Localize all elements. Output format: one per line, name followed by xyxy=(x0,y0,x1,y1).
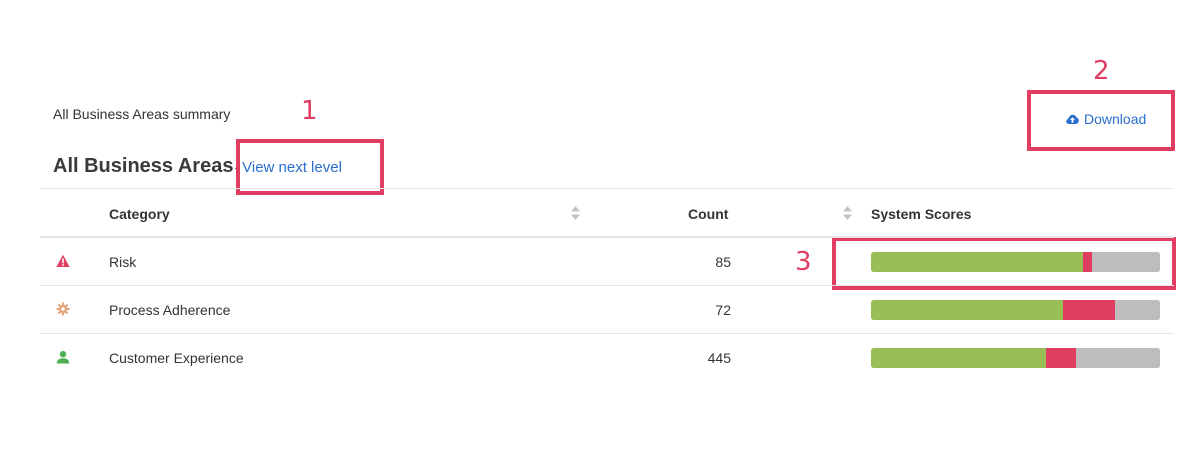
score-segment-neutral xyxy=(1092,252,1160,272)
score-segment-good xyxy=(871,252,1084,272)
sort-icon[interactable] xyxy=(571,206,580,220)
table-header: Category Count System Scores xyxy=(40,188,1174,238)
column-header-category[interactable]: Category xyxy=(109,206,170,222)
score-segment-bad xyxy=(1045,348,1077,368)
callout-number-2: 2 xyxy=(1093,56,1110,86)
column-header-system-scores[interactable]: System Scores xyxy=(871,206,971,222)
score-segment-bad xyxy=(1063,300,1116,320)
count-cell: 72 xyxy=(715,302,731,318)
warning-triangle-icon xyxy=(56,254,72,270)
score-segment-good xyxy=(871,348,1046,368)
gear-icon xyxy=(56,302,72,318)
score-segment-bad xyxy=(1083,252,1093,272)
category-cell: Risk xyxy=(109,254,137,270)
system-score-bar[interactable] xyxy=(871,252,1160,272)
page-title: All Business Areas xyxy=(53,155,234,177)
system-score-bar[interactable] xyxy=(871,348,1160,368)
callout-box-1 xyxy=(236,139,384,195)
summary-label: All Business Areas summary xyxy=(53,106,231,122)
category-cell: Process Adherence xyxy=(109,302,231,318)
callout-number-1: 1 xyxy=(301,96,318,126)
table-row[interactable]: Process Adherence 72 xyxy=(40,286,1174,334)
table-row[interactable]: Risk 85 xyxy=(40,238,1174,286)
column-header-count[interactable]: Count xyxy=(688,206,728,222)
score-segment-neutral xyxy=(1076,348,1160,368)
table-row[interactable]: Customer Experience 445 xyxy=(40,334,1174,382)
count-cell: 85 xyxy=(715,254,731,270)
score-segment-good xyxy=(871,300,1064,320)
category-cell: Customer Experience xyxy=(109,350,244,366)
score-segment-neutral xyxy=(1115,300,1160,320)
user-icon xyxy=(56,350,72,366)
system-score-bar[interactable] xyxy=(871,300,1160,320)
page: All Business Areas summary All Business … xyxy=(0,0,1200,463)
callout-box-2 xyxy=(1027,90,1175,151)
sort-icon[interactable] xyxy=(843,206,852,220)
scores-table: Category Count System Scores Risk 85 Pro… xyxy=(40,188,1174,382)
count-cell: 445 xyxy=(707,350,731,366)
